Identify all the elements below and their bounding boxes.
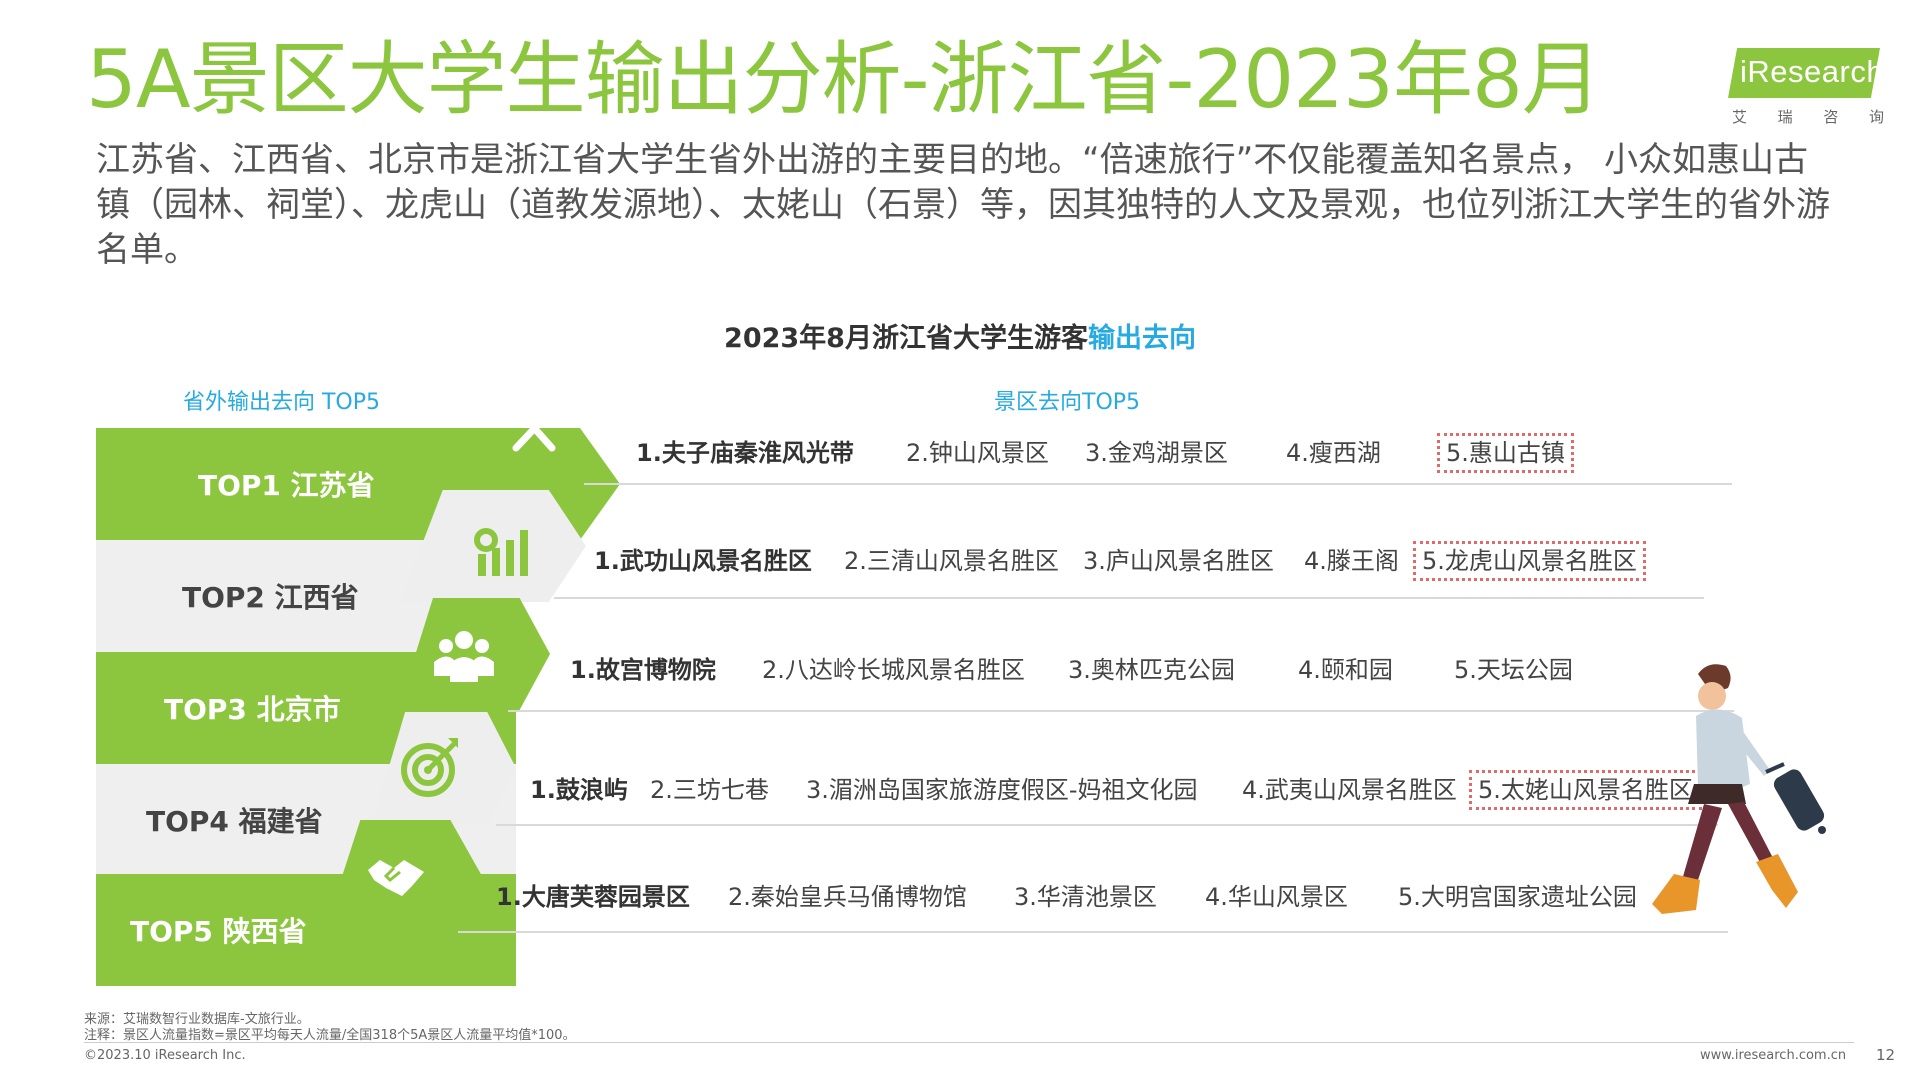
spot-item: 4.武夷山风景名胜区 bbox=[1242, 776, 1457, 804]
copyright: ©2023.10 iResearch Inc. bbox=[84, 1048, 246, 1063]
spot-item: 2.秦始皇兵马俑博物馆 bbox=[728, 883, 967, 911]
spot-item: 5.天坛公园 bbox=[1454, 656, 1573, 684]
spot-item: 3.金鸡湖景区 bbox=[1085, 439, 1228, 467]
spot-item: 2.三清山风景名胜区 bbox=[844, 547, 1059, 575]
province-label-5: TOP5 陕西省 bbox=[130, 915, 307, 948]
website-link[interactable]: www.iresearch.com.cn bbox=[1700, 1048, 1846, 1063]
row-separator-3 bbox=[508, 710, 1734, 712]
spot-item-highlighted: 5.惠山古镇 bbox=[1437, 433, 1574, 473]
logo-sub-char: 瑞 bbox=[1777, 108, 1793, 126]
spot-item: 3.华清池景区 bbox=[1014, 883, 1157, 911]
logo-text: iResearch bbox=[1740, 54, 1885, 89]
chart-title-prefix: 2023年8月浙江省大学生游客 bbox=[724, 323, 1088, 354]
province-label-4: TOP4 福建省 bbox=[146, 805, 323, 838]
formula-note: 注释：景区人流量指数=景区平均每天人流量/全国318个5A景区人流量平均值*10… bbox=[84, 1028, 576, 1043]
logo-sub-char: 艾 bbox=[1732, 108, 1748, 126]
row-separator-2 bbox=[554, 597, 1704, 599]
chart-title: 2023年8月浙江省大学生游客输出去向 bbox=[0, 316, 1920, 355]
province-label-2: TOP2 江西省 bbox=[182, 581, 359, 614]
spot-item: 2.钟山风景区 bbox=[906, 439, 1049, 467]
spot-item: 4.颐和园 bbox=[1298, 656, 1393, 684]
iresearch-logo: iResearch 艾 瑞 咨 询 bbox=[1728, 48, 1888, 128]
spot-item: 3.奥林匹克公园 bbox=[1068, 656, 1235, 684]
spot-item: 1.武功山风景名胜区 bbox=[594, 547, 812, 575]
logo-subtitle: 艾 瑞 咨 询 bbox=[1732, 106, 1884, 127]
target-icon bbox=[398, 734, 462, 798]
spot-item: 1.大唐芙蓉园景区 bbox=[496, 883, 690, 911]
footer-divider bbox=[84, 1042, 1854, 1043]
spot-item: 5.大明宫国家遗址公园 bbox=[1398, 883, 1637, 911]
tools-icon bbox=[502, 398, 566, 462]
gear-chart-icon bbox=[468, 518, 532, 582]
province-column-header: 省外输出去向 TOP5 bbox=[183, 390, 381, 415]
logo-sub-char: 询 bbox=[1868, 108, 1884, 126]
intro-paragraph: 江苏省、江西省、北京市是浙江省大学生省外出游的主要目的地。“倍速旅行”不仅能覆盖… bbox=[96, 140, 1830, 270]
spot-item: 1.夫子庙秦淮风光带 bbox=[636, 439, 854, 467]
province-label-1: TOP1 江苏省 bbox=[198, 469, 375, 502]
spot-item: 3.湄洲岛国家旅游度假区-妈祖文化园 bbox=[806, 776, 1198, 804]
spot-item-highlighted: 5.龙虎山风景名胜区 bbox=[1413, 541, 1646, 581]
spot-item: 3.庐山风景名胜区 bbox=[1083, 547, 1274, 575]
spot-item: 4.瘦西湖 bbox=[1286, 439, 1381, 467]
spot-item: 4.滕王阁 bbox=[1304, 547, 1399, 575]
chart-title-highlight: 输出去向 bbox=[1087, 323, 1196, 354]
page-number: 12 bbox=[1876, 1046, 1896, 1064]
logo-sub-char: 咨 bbox=[1823, 108, 1839, 126]
row-separator-4 bbox=[496, 824, 1718, 826]
spot-item: 2.八达岭长城风景名胜区 bbox=[762, 656, 1025, 684]
handshake-icon bbox=[364, 844, 428, 908]
spot-item: 1.故宫博物院 bbox=[570, 656, 716, 684]
row-separator-5 bbox=[458, 931, 1728, 933]
spot-item: 4.华山风景区 bbox=[1205, 883, 1348, 911]
row-separator-1 bbox=[584, 483, 1732, 485]
people-group-icon bbox=[432, 624, 496, 688]
spot-item: 2.三坊七巷 bbox=[650, 776, 769, 804]
page-title: 5A景区大学生输出分析-浙江省-2023年8月 bbox=[86, 33, 1602, 126]
spot-column-header: 景区去向TOP5 bbox=[994, 390, 1141, 415]
traveller-illustration bbox=[1646, 660, 1866, 938]
province-label-3: TOP3 北京市 bbox=[164, 693, 341, 726]
spot-item: 1.鼓浪屿 bbox=[530, 776, 628, 804]
